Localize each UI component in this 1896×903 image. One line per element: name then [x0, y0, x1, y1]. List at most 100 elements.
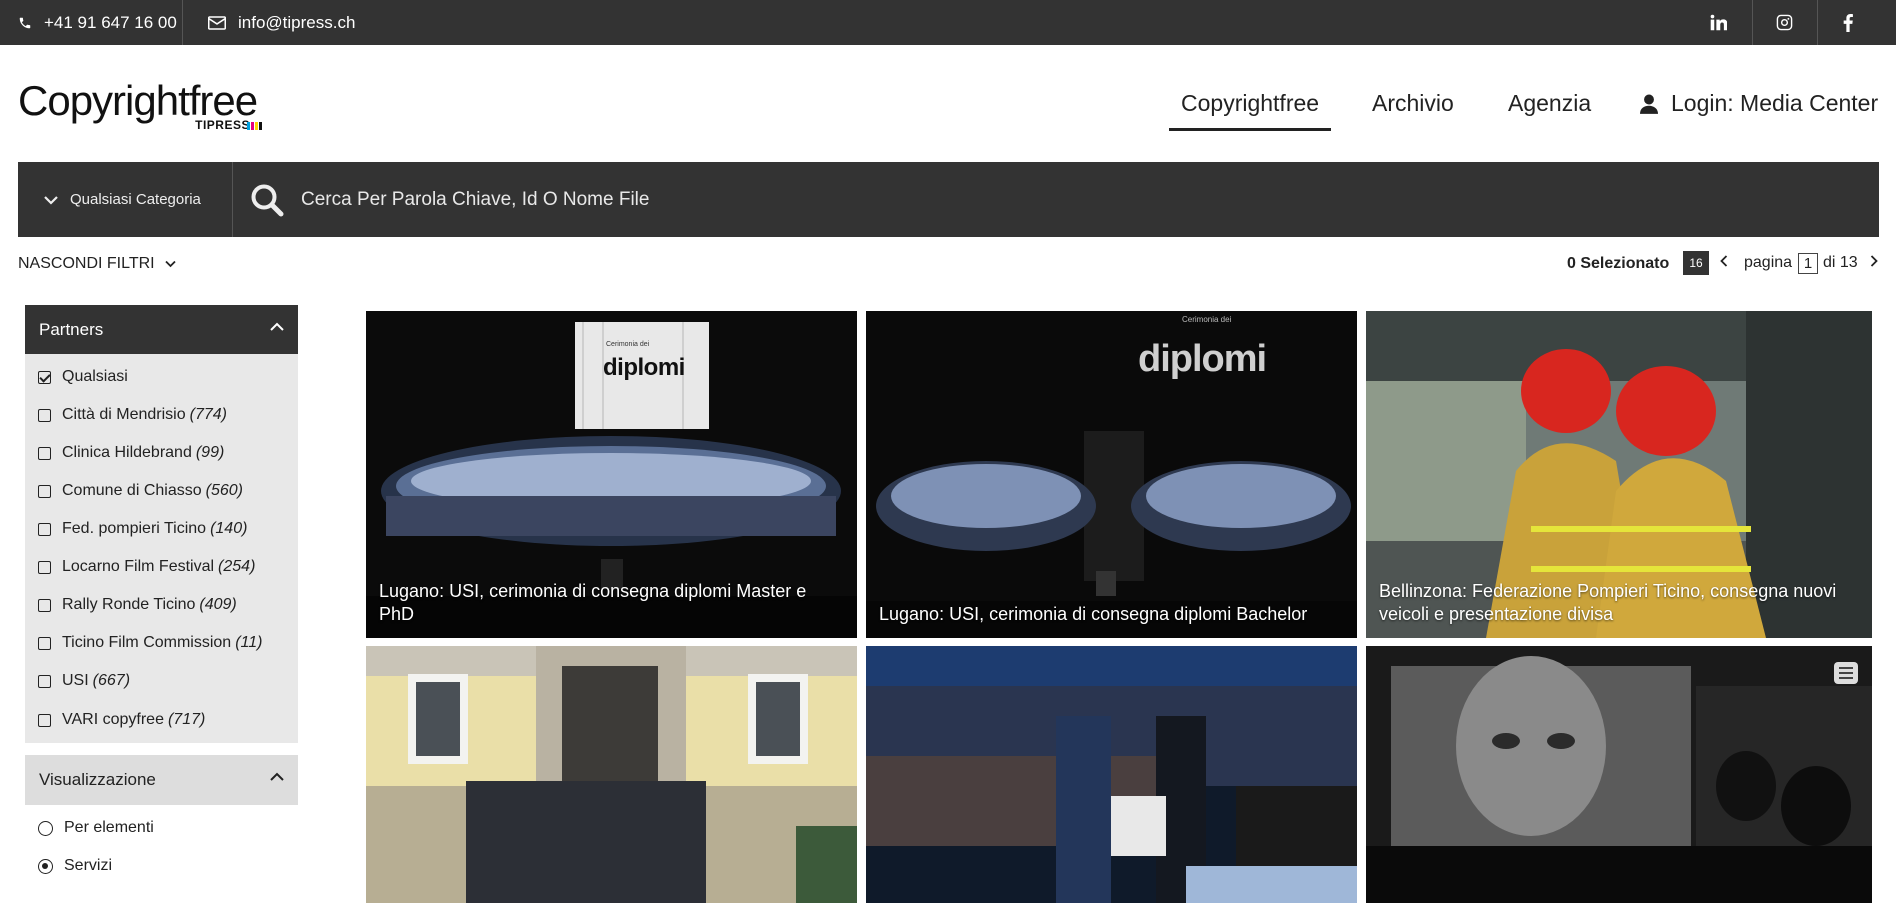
gallery-card-event[interactable] [866, 646, 1357, 903]
envelope-icon [208, 15, 226, 30]
category-dropdown[interactable]: Qualsiasi Categoria [18, 162, 233, 237]
hide-filters-toggle[interactable]: NASCONDI FILTRI [18, 255, 176, 273]
partner-filter-item[interactable]: USI (667) [38, 672, 130, 690]
page-label: pagina [1744, 254, 1793, 271]
chevron-right-icon [1870, 255, 1878, 267]
partner-count: (254) [218, 558, 256, 575]
view-option-servizi[interactable]: Servizi [38, 857, 112, 875]
partner-filter-item[interactable]: Clinica Hildebrand (99) [38, 444, 224, 462]
prev-page-button[interactable] [1720, 254, 1728, 272]
radio-servizi[interactable] [38, 858, 53, 874]
card-caption: Lugano: USI, cerimonia di consegna diplo… [879, 604, 1308, 624]
partner-label: Fed. pompieri Ticino [62, 520, 207, 537]
search-button[interactable] [250, 183, 284, 222]
gallery-card-group-photo[interactable] [366, 646, 857, 903]
partner-filter-item[interactable]: Rally Ronde Ticino (409) [38, 596, 237, 614]
instagram-link[interactable] [1776, 0, 1793, 45]
gallery-card-usi-master[interactable]: diplomi Cerimonia dei Lugano: USI, cerim… [366, 311, 857, 638]
phone-contact[interactable]: +41 91 647 16 00 [18, 0, 177, 45]
partner-count: (99) [195, 444, 225, 461]
divider [1752, 0, 1753, 45]
partner-checkbox[interactable] [38, 674, 51, 688]
partner-filter-item[interactable]: Città di Mendrisio (774) [38, 406, 227, 424]
nav-copyrightfree[interactable]: Copyrightfree [1168, 90, 1332, 131]
partner-label: Città di Mendrisio [62, 406, 186, 423]
view-panel-header[interactable]: Visualizzazione [25, 755, 298, 805]
linkedin-link[interactable] [1710, 0, 1727, 45]
partner-checkbox[interactable] [38, 408, 51, 422]
page-number-input[interactable]: 1 [1798, 253, 1818, 274]
chevron-left-icon [1720, 255, 1728, 267]
chevron-up-icon [270, 772, 284, 781]
screen-title: diplomi [603, 354, 685, 381]
partner-filter-item[interactable]: Comune di Chiasso (560) [38, 482, 243, 500]
gallery-card-pompieri[interactable]: Bellinzona: Federazione Pompieri Ticino,… [1366, 311, 1872, 638]
gallery-stack-icon[interactable] [1834, 662, 1858, 684]
phone-icon [19, 17, 31, 28]
partner-label: Qualsiasi [62, 368, 128, 385]
partner-filter-item[interactable]: Qualsiasi [38, 368, 128, 386]
nav-archivio[interactable]: Archivio [1372, 90, 1454, 117]
hide-filters-label: NASCONDI FILTRI [18, 255, 155, 272]
partner-filter-item[interactable]: Ticino Film Commission (11) [38, 634, 262, 652]
search-input[interactable] [301, 180, 1501, 220]
selected-count: 0 Selezionato [1567, 255, 1670, 272]
chevron-up-icon [270, 322, 284, 331]
partner-count: (560) [205, 482, 243, 499]
facebook-link[interactable] [1842, 0, 1854, 45]
partners-panel-header[interactable]: Partners [25, 305, 298, 355]
radio-per-elementi[interactable] [38, 820, 53, 836]
screen-subtitle: Cerimonia dei [606, 341, 650, 348]
page-total: di 13 [1823, 254, 1858, 271]
logo-bar-black [259, 122, 262, 130]
gallery-card-usi-bachelor[interactable]: diplomi Cerimonia dei Lugano: USI, cerim… [866, 311, 1357, 638]
partners-title: Partners [39, 320, 104, 339]
event-photo [866, 646, 1357, 903]
group-photo [366, 646, 857, 903]
chevron-down-icon [164, 260, 176, 268]
logo-color-bars [247, 122, 262, 130]
screen-subtitle: Cerimonia dei [1182, 315, 1232, 324]
site-logo[interactable]: Copyrightfree TIPRESS [18, 80, 268, 132]
partner-checkbox[interactable] [38, 446, 51, 460]
partner-checkbox[interactable] [38, 636, 51, 650]
partner-checkbox[interactable] [38, 713, 51, 727]
top-bar: +41 91 647 16 00 info@tipress.ch [0, 0, 1896, 45]
view-option-label: Per elementi [64, 819, 154, 836]
login-label: Login: Media Center [1671, 90, 1879, 116]
chevron-down-icon [44, 195, 58, 205]
partner-filter-item[interactable]: Locarno Film Festival (254) [38, 558, 255, 576]
card-caption: Bellinzona: Federazione Pompieri Ticino,… [1379, 581, 1837, 624]
partner-count: (717) [167, 711, 206, 728]
view-option-label: Servizi [64, 857, 113, 874]
partner-filter-item[interactable]: Fed. pompieri Ticino (140) [38, 520, 247, 538]
phone-number: +41 91 647 16 00 [44, 12, 177, 32]
partner-checkbox[interactable] [38, 560, 51, 574]
card-caption: Lugano: USI, cerimonia di consegna diplo… [379, 581, 807, 624]
facebook-icon [1843, 13, 1853, 32]
ceremony-photo [866, 311, 1357, 638]
view-option-per-elementi[interactable]: Per elementi [38, 819, 154, 837]
partner-label: Locarno Film Festival [62, 558, 215, 575]
partner-count: (409) [199, 596, 237, 613]
partner-checkbox[interactable] [38, 370, 51, 384]
user-icon [1640, 94, 1658, 114]
nav-agenzia[interactable]: Agenzia [1508, 90, 1591, 117]
partner-checkbox[interactable] [38, 484, 51, 498]
next-page-button[interactable] [1870, 254, 1878, 272]
partner-filter-item[interactable]: VARI copyfree (717) [38, 711, 205, 729]
partner-label: Clinica Hildebrand [62, 444, 192, 461]
screen-title: diplomi [1138, 338, 1267, 380]
logo-wordmark: Copyrightfree [18, 77, 258, 124]
nav-login[interactable]: Login: Media Center [1640, 90, 1878, 117]
view-title: Visualizzazione [39, 770, 156, 789]
gallery-card-cinema[interactable] [1366, 646, 1872, 903]
email-contact[interactable]: info@tipress.ch [208, 0, 355, 45]
divider [182, 0, 183, 45]
cinema-photo [1366, 646, 1872, 903]
partner-label: Comune di Chiasso [62, 482, 202, 499]
category-label: Qualsiasi Categoria [70, 191, 201, 208]
per-page-selector[interactable]: 16 [1683, 251, 1709, 275]
partner-checkbox[interactable] [38, 522, 51, 536]
partner-checkbox[interactable] [38, 598, 51, 612]
